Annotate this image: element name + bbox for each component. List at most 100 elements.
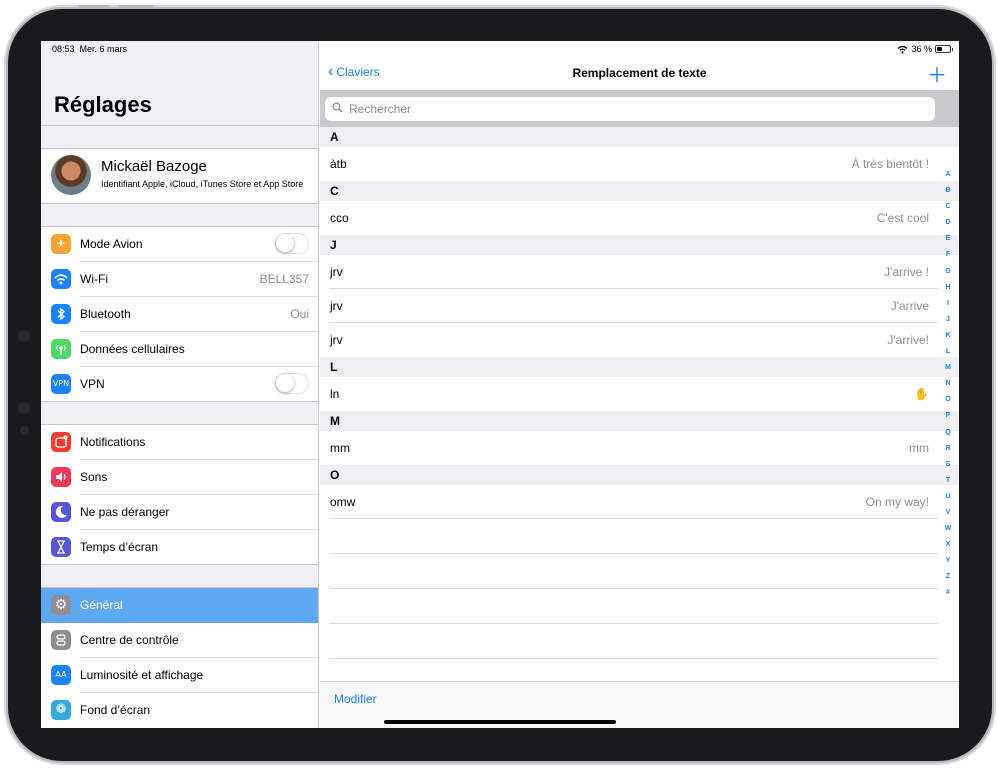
list-item[interactable]: jrv J'arrive	[320, 289, 959, 323]
index-letter[interactable]: L	[941, 348, 955, 364]
index-letter[interactable]: F	[941, 251, 955, 267]
airplane-mode-toggle[interactable]	[275, 233, 309, 254]
index-letter[interactable]: K	[941, 332, 955, 348]
index-letter[interactable]: H	[941, 284, 955, 300]
index-letter[interactable]: Z	[941, 573, 955, 589]
index-letter[interactable]: P	[941, 412, 955, 428]
vpn-toggle[interactable]	[275, 373, 309, 394]
empty-row	[320, 624, 959, 659]
list-item[interactable]: omw On my way!	[320, 485, 959, 519]
section-header: C	[320, 181, 959, 201]
index-letter[interactable]: B	[941, 187, 955, 203]
shortcut-label: jrv	[330, 333, 343, 347]
page-title: Remplacement de texte	[572, 66, 707, 80]
display-icon: AA	[51, 665, 71, 685]
list-item[interactable]: àtb À très bientôt !	[320, 147, 959, 181]
bluetooth-value: Oui	[290, 307, 309, 321]
sidebar-item-wifi[interactable]: Wi-Fi BELL357	[41, 262, 318, 297]
status-indicators: 36 %	[897, 44, 953, 54]
vpn-icon: VPN	[51, 374, 71, 394]
sidebar-item-control-center[interactable]: Centre de contrôle	[41, 623, 318, 658]
list-item[interactable]: jrv J'arrive !	[320, 255, 959, 289]
index-letter[interactable]: Q	[941, 429, 955, 445]
index-letter[interactable]: D	[941, 219, 955, 235]
wifi-icon	[51, 269, 71, 289]
sidebar-item-screen-time[interactable]: Temps d’écran	[41, 530, 318, 565]
phrase-label: C'est cool	[876, 211, 929, 225]
index-letter[interactable]: A	[941, 171, 955, 187]
index-letter[interactable]: S	[941, 461, 955, 477]
sidebar-item-general[interactable]: ⚙ Général	[41, 588, 318, 623]
shortcut-label: jrv	[330, 265, 343, 279]
sidebar-item-cellular[interactable]: Données cellulaires	[41, 332, 318, 367]
sidebar-item-notifications[interactable]: Notifications	[41, 425, 318, 460]
profile-row[interactable]: Mickaël Bazoge Identifiant Apple, iCloud…	[41, 148, 318, 204]
index-letter[interactable]: I	[941, 300, 955, 316]
empty-row	[320, 554, 959, 589]
phrase-label: ✋	[914, 387, 929, 401]
index-letter[interactable]: X	[941, 541, 955, 557]
index-letter[interactable]: R	[941, 445, 955, 461]
index-letter[interactable]: M	[941, 364, 955, 380]
settings-sidebar: 08:53 Mer. 6 mars Réglages Mickaël Bazog…	[41, 41, 319, 728]
sidebar-item-label: Données cellulaires	[80, 342, 185, 356]
add-button[interactable]: ＋	[927, 59, 947, 88]
wifi-network-value: BELL357	[259, 272, 309, 286]
notifications-group: Notifications Sons Ne pas déranger Temps…	[41, 424, 318, 565]
battery-percentage: 36 %	[911, 44, 932, 54]
phrase-label: J'arrive!	[887, 333, 929, 347]
index-letter[interactable]: N	[941, 380, 955, 396]
sidebar-item-wallpaper[interactable]: ❁ Fond d’écran	[41, 693, 318, 728]
index-letter[interactable]: V	[941, 509, 955, 525]
replacement-list: Aàtb À très bientôt ! Ccco C'est cool Jjrv J'…	[320, 127, 959, 659]
sounds-icon	[51, 467, 71, 487]
index-letter[interactable]: G	[941, 268, 955, 284]
index-letter[interactable]: C	[941, 203, 955, 219]
sidebar-item-label: Luminosité et affichage	[80, 668, 204, 682]
sidebar-item-airplane-mode[interactable]: ✈ Mode Avion	[41, 227, 318, 262]
sidebar-title: Réglages	[54, 92, 152, 117]
shortcut-label: omw	[330, 495, 356, 509]
bluetooth-icon	[51, 304, 71, 324]
index-letter[interactable]: W	[941, 525, 955, 541]
edit-button[interactable]: Modifier	[334, 692, 377, 706]
wallpaper-icon: ❁	[51, 700, 71, 720]
shortcut-label: cco	[330, 211, 349, 225]
list-item[interactable]: cco C'est cool	[320, 201, 959, 235]
index-letter[interactable]: Y	[941, 557, 955, 573]
search-placeholder: Rechercher	[349, 102, 412, 116]
sidebar-item-label: VPN	[80, 377, 105, 391]
profile-subtitle: Identifiant Apple, iCloud, iTunes Store …	[101, 179, 304, 189]
index-letter[interactable]: U	[941, 493, 955, 509]
sidebar-item-vpn[interactable]: VPN VPN	[41, 367, 318, 402]
status-date: Mer. 6 mars	[79, 44, 128, 54]
index-letter[interactable]: #	[941, 589, 955, 605]
sidebar-item-sounds[interactable]: Sons	[41, 460, 318, 495]
sidebar-item-label: Wi-Fi	[80, 272, 108, 286]
list-item[interactable]: mm mm	[320, 431, 959, 465]
sidebar-item-bluetooth[interactable]: Bluetooth Oui	[41, 297, 318, 332]
camera-dot	[18, 330, 30, 342]
index-letter[interactable]: J	[941, 316, 955, 332]
index-letter[interactable]: O	[941, 396, 955, 412]
battery-icon	[935, 45, 953, 53]
sidebar-item-label: Bluetooth	[80, 307, 131, 321]
sidebar-item-do-not-disturb[interactable]: Ne pas déranger	[41, 495, 318, 530]
list-item[interactable]: ln ✋	[320, 377, 959, 411]
profile-name: Mickaël Bazoge	[101, 158, 207, 175]
list-item[interactable]: jrv J'arrive!	[320, 323, 959, 357]
sidebar-item-display[interactable]: AA Luminosité et affichage	[41, 658, 318, 693]
section-header: O	[320, 465, 959, 485]
home-indicator[interactable]	[384, 720, 616, 724]
volume-button	[78, 5, 110, 9]
hourglass-icon	[51, 537, 71, 557]
power-button	[118, 5, 154, 9]
shortcut-label: àtb	[330, 157, 347, 171]
shortcut-label: ln	[330, 387, 340, 401]
index-letter[interactable]: T	[941, 477, 955, 493]
empty-row	[320, 519, 959, 554]
search-input[interactable]: Rechercher	[325, 97, 935, 121]
section-index[interactable]: A B C D E F G H I J K L M N O P Q R S T U V W X Y Z #	[941, 171, 955, 606]
sidebar-item-label: Temps d’écran	[80, 540, 159, 554]
index-letter[interactable]: E	[941, 235, 955, 251]
